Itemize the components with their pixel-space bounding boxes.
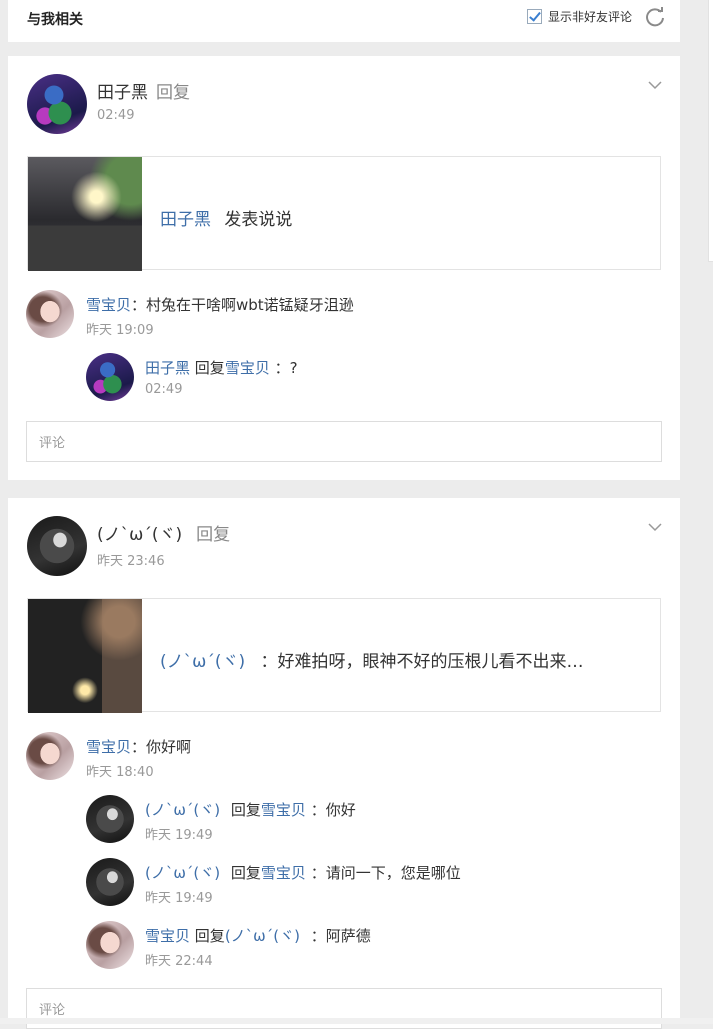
shared-description: 发表说说 (224, 210, 293, 230)
post-header: (ノ`ω´(ヾ) 回复 (97, 520, 230, 545)
comment-input[interactable]: 评论 (26, 421, 662, 462)
avatar[interactable] (26, 290, 74, 338)
commenter-name[interactable]: 雪宝贝 (86, 738, 131, 756)
reply-target[interactable]: 雪宝贝 (261, 864, 306, 882)
post-action: 回复 (196, 525, 231, 545)
avatar[interactable] (86, 921, 134, 969)
avatar[interactable] (86, 858, 134, 906)
comment: 雪宝贝：你好啊 (86, 736, 191, 757)
bottom-scroll-area (0, 1018, 713, 1024)
page-title: 与我相关 (27, 12, 83, 28)
post-author[interactable]: (ノ`ω´(ヾ) (97, 525, 182, 545)
commenter-name[interactable]: 雪宝贝 (86, 296, 131, 314)
shared-post-thumbnail[interactable] (28, 157, 142, 271)
reply-word: 回复 (194, 359, 225, 377)
refresh-icon[interactable] (644, 6, 666, 28)
shared-post[interactable]: 田子黑 发表说说 (27, 156, 661, 271)
avatar[interactable] (27, 74, 87, 134)
reply-text: ：? (274, 359, 298, 377)
chevron-down-icon[interactable] (648, 78, 662, 92)
comment-time: 昨天 18:40 (86, 765, 154, 780)
comment-text: ：村兔在干啥啊wbt诺锰疑牙沮逊 (131, 296, 354, 314)
reply-author[interactable]: 雪宝贝 (145, 927, 190, 945)
chevron-down-icon[interactable] (648, 520, 662, 534)
shared-post[interactable]: (ノ`ω´(ヾ) ：好难拍呀，眼神不好的压根儿看不出来… (27, 598, 661, 713)
avatar[interactable] (26, 732, 74, 780)
side-panel-edge (708, 0, 713, 262)
reply-time: 02:49 (145, 382, 183, 397)
post-header: 田子黑 回复 (97, 78, 190, 103)
reply: 雪宝贝 回复(ノ`ω´(ヾ) ：阿萨德 (145, 925, 371, 946)
comment-text: ：你好啊 (131, 738, 192, 756)
shared-author[interactable]: (ノ`ω´(ヾ) (160, 652, 245, 672)
shared-post-text: 田子黑 发表说说 (160, 205, 292, 230)
reply-time: 昨天 22:44 (145, 954, 213, 969)
comment-time: 昨天 19:09 (86, 323, 154, 338)
reply-text: ：阿萨德 (310, 927, 371, 945)
header-bar: 与我相关 显示非好友评论 (8, 0, 680, 42)
reply-text: ：你好 (310, 801, 356, 819)
non-friend-filter[interactable]: 显示非好友评论 (526, 8, 632, 25)
reply-time: 昨天 19:49 (145, 891, 213, 906)
shared-description: ：好难拍呀，眼神不好的压根儿看不出来… (260, 652, 584, 672)
avatar[interactable] (86, 353, 134, 401)
shared-post-thumbnail[interactable] (28, 599, 142, 713)
reply-author[interactable]: (ノ`ω´(ヾ) (145, 801, 220, 819)
reply-target[interactable]: 雪宝贝 (261, 801, 306, 819)
filter-label[interactable]: 显示非好友评论 (548, 8, 632, 25)
avatar[interactable] (86, 795, 134, 843)
feed-card: (ノ`ω´(ヾ) 回复 昨天 23:46 (ノ`ω´(ヾ) ：好难拍呀，眼神不好的… (8, 498, 680, 1029)
reply-word: 回复 (194, 927, 225, 945)
post-time: 02:49 (97, 108, 135, 123)
checkbox-checked-icon[interactable] (526, 9, 542, 24)
shared-post-text: (ノ`ω´(ヾ) ：好难拍呀，眼神不好的压根儿看不出来… (160, 647, 584, 672)
reply-text: ：请问一下，您是哪位 (310, 864, 461, 882)
reply: (ノ`ω´(ヾ) 回复雪宝贝 ：你好 (145, 799, 356, 820)
reply-word: 回复 (230, 801, 261, 819)
reply-author[interactable]: 田子黑 (145, 359, 190, 377)
reply-target[interactable]: (ノ`ω´(ヾ) (225, 927, 300, 945)
post-action: 回复 (156, 83, 190, 103)
reply-time: 昨天 19:49 (145, 828, 213, 843)
comment: 雪宝贝：村兔在干啥啊wbt诺锰疑牙沮逊 (86, 294, 354, 315)
post-time: 昨天 23:46 (97, 554, 165, 569)
post-author[interactable]: 田子黑 (97, 83, 148, 103)
reply: (ノ`ω´(ヾ) 回复雪宝贝 ：请问一下，您是哪位 (145, 862, 461, 883)
shared-author[interactable]: 田子黑 (160, 210, 211, 230)
reply: 田子黑 回复雪宝贝 ：? (145, 357, 298, 378)
reply-word: 回复 (230, 864, 261, 882)
feed-card: 田子黑 回复 02:49 田子黑 发表说说 雪宝贝：村兔在干啥啊wbt诺锰疑牙沮逊… (8, 56, 680, 480)
reply-target[interactable]: 雪宝贝 (225, 359, 270, 377)
reply-author[interactable]: (ノ`ω´(ヾ) (145, 864, 220, 882)
avatar[interactable] (27, 516, 87, 576)
